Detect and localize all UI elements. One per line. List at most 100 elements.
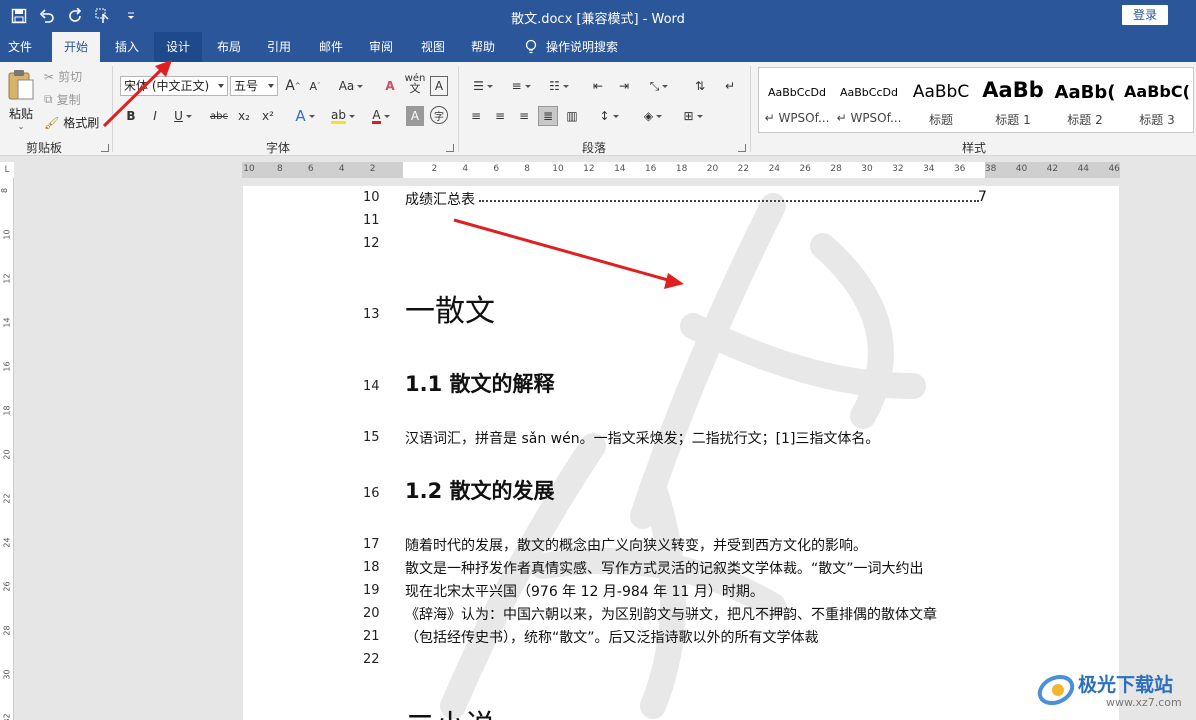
- body-text[interactable]: （包括经传史书），统称“散文”。后又泛指诗歌以外的所有文学体裁: [405, 627, 819, 647]
- font-name-select[interactable]: 宋体 (中文正文): [120, 76, 228, 96]
- justify-button[interactable]: ≣: [538, 106, 558, 126]
- ruler-number: 46: [1108, 164, 1120, 174]
- style-preview: AaBb: [982, 78, 1044, 102]
- style-heading-3[interactable]: AaBbC( 标题 3: [1121, 68, 1193, 132]
- clear-format-button[interactable]: A: [380, 76, 400, 96]
- phonetic-guide-button[interactable]: wén 文: [404, 74, 426, 95]
- body-text[interactable]: 《辞海》认为：中国六朝以来，为区别韵文与骈文，把凡不押韵、不重排偶的散体文章: [405, 604, 937, 624]
- grow-font-button[interactable]: A ^: [284, 76, 302, 96]
- subscript-button[interactable]: x₂: [234, 106, 254, 126]
- chinese-layout-button[interactable]: ⤡: [644, 76, 674, 96]
- format-painter-button[interactable]: 🖌 格式刷: [44, 114, 99, 131]
- style-name: ↵ WPSOf...: [764, 111, 830, 125]
- lightbulb-icon: [525, 39, 537, 54]
- tab-home[interactable]: 开始: [52, 32, 100, 62]
- align-center-button[interactable]: ≡: [490, 106, 510, 126]
- enclose-char-button[interactable]: 字: [430, 106, 448, 124]
- highlight-button[interactable]: ab: [326, 106, 360, 126]
- bullets-button[interactable]: ☰: [468, 76, 498, 96]
- italic-button[interactable]: I: [146, 106, 164, 126]
- tab-insert[interactable]: 插入: [104, 32, 150, 62]
- ruler-number: 28: [2, 625, 12, 636]
- tab-review[interactable]: 审阅: [358, 32, 404, 62]
- shading-button[interactable]: ◈: [638, 106, 668, 126]
- ruler-number: 22: [2, 493, 12, 504]
- body-text[interactable]: 现在北宋太平兴国（976 年 12 月-984 年 11 月）时期。: [405, 581, 764, 601]
- show-marks-button[interactable]: ↵: [720, 76, 740, 96]
- distributed-button[interactable]: ▥: [562, 106, 582, 126]
- ruler-number: 10: [552, 164, 564, 174]
- style-wps-2[interactable]: AaBbCcDd ↵ WPSOf...: [833, 68, 905, 132]
- heading-1[interactable]: 一散文: [405, 286, 495, 330]
- line-spacing-button[interactable]: ↕: [594, 106, 624, 126]
- line-number: 19: [363, 583, 380, 598]
- tab-help[interactable]: 帮助: [460, 32, 506, 62]
- font-color-button[interactable]: A: [366, 106, 396, 126]
- format-painter-label: 格式刷: [63, 116, 100, 130]
- heading-2[interactable]: 1.2 散文的发展: [405, 475, 555, 505]
- ruler-number: 8: [277, 164, 283, 174]
- bold-button[interactable]: B: [122, 106, 140, 126]
- paste-button[interactable]: 粘贴 ⌄: [6, 68, 36, 134]
- tab-design[interactable]: 设计: [154, 32, 202, 62]
- superscript-button[interactable]: x²: [258, 106, 278, 126]
- tell-me-search[interactable]: 操作说明搜索: [524, 32, 618, 62]
- tab-file[interactable]: 文件: [0, 32, 40, 62]
- toc-leader: [479, 200, 979, 202]
- body-text[interactable]: 随着时代的发展，散文的概念由广义向狭义转变，并受到西方文化的影响。: [405, 535, 867, 555]
- chevron-down-icon: [268, 84, 274, 88]
- body-text[interactable]: 汉语词汇，拼音是 sǎn wén。一指文采焕发；二指扰行文；[1]三指文体名。: [405, 428, 879, 448]
- copy-button[interactable]: ⧉ 复制: [44, 91, 81, 108]
- char-border-button[interactable]: A: [430, 76, 448, 96]
- change-case-button[interactable]: Aa: [334, 76, 368, 96]
- clipboard-icon: [8, 70, 34, 100]
- ruler-number: 8: [524, 164, 530, 174]
- vertical-ruler[interactable]: 8 10 12 14 16 18 20 22 24 26 28 30 32: [0, 178, 14, 720]
- borders-button[interactable]: ⊞: [678, 106, 708, 126]
- heading-2[interactable]: 1.1 散文的解释: [405, 368, 555, 398]
- tab-layout[interactable]: 布局: [206, 32, 252, 62]
- clipboard-group-label: 剪贴板: [26, 141, 63, 155]
- ruler-number: 20: [2, 449, 12, 460]
- strikethrough-button[interactable]: abc: [208, 106, 230, 126]
- increase-indent-button[interactable]: ⇥: [614, 76, 634, 96]
- logo-url: www.xz7.com: [1106, 696, 1182, 709]
- multilevel-list-button[interactable]: ☷: [544, 76, 574, 96]
- numbering-button[interactable]: ≡: [506, 76, 536, 96]
- highlighter-icon: ab: [331, 107, 346, 124]
- shrink-font-button[interactable]: Aˇ: [306, 76, 324, 96]
- decrease-indent-button[interactable]: ⇤: [588, 76, 608, 96]
- sort-button[interactable]: ⇅: [690, 76, 710, 96]
- tab-references[interactable]: 引用: [256, 32, 302, 62]
- font-launcher-icon[interactable]: [446, 144, 454, 152]
- align-left-button[interactable]: ≡: [466, 106, 486, 126]
- horizontal-ruler[interactable]: 10 8 6 4 2 2 4 6 8 10 12 14 16 18 20 22 24 26 28 30 32 34 36 38…: [242, 162, 1120, 178]
- text-effects-button[interactable]: A: [290, 106, 320, 126]
- tab-view[interactable]: 视图: [410, 32, 456, 62]
- style-wps-1[interactable]: AaBbCcDd ↵ WPSOf...: [761, 68, 833, 132]
- toc-entry[interactable]: 成绩汇总表: [405, 189, 475, 209]
- login-button[interactable]: 登录: [1122, 5, 1168, 25]
- eraser-icon: A: [385, 79, 395, 93]
- document-page[interactable]: 10 成绩汇总表 7 11 12 13 一散文 14 1.1 散文的解释 15 …: [243, 186, 1119, 720]
- style-preview: AaBb(: [1054, 82, 1116, 103]
- line-number: 18: [363, 560, 380, 575]
- underline-button[interactable]: U: [170, 106, 196, 126]
- heading-1[interactable]: 二小说: [405, 701, 495, 720]
- paragraph-launcher-icon[interactable]: [738, 144, 746, 152]
- style-title[interactable]: AaBbC 标题: [905, 68, 977, 132]
- subscript-icon: x₂: [238, 109, 250, 123]
- style-heading-1[interactable]: AaBb 标题 1: [977, 68, 1049, 132]
- char-shading-button[interactable]: A: [406, 106, 424, 126]
- clipboard-launcher-icon[interactable]: [101, 144, 109, 152]
- font-size-select[interactable]: 五号: [230, 76, 278, 96]
- ruler-number: 2: [369, 164, 376, 174]
- cut-button[interactable]: ✂ 剪切: [44, 68, 82, 85]
- tab-selector[interactable]: L: [0, 162, 14, 178]
- body-text[interactable]: 散文是一种抒发作者真情实感、写作方式灵活的记叙类文学体裁。“散文”一词大约出: [405, 558, 924, 578]
- italic-icon: I: [153, 109, 157, 123]
- multilevel-list-icon: ☷: [549, 79, 560, 93]
- tab-mailings[interactable]: 邮件: [308, 32, 354, 62]
- style-heading-2[interactable]: AaBb( 标题 2: [1049, 68, 1121, 132]
- align-right-button[interactable]: ≡: [514, 106, 534, 126]
